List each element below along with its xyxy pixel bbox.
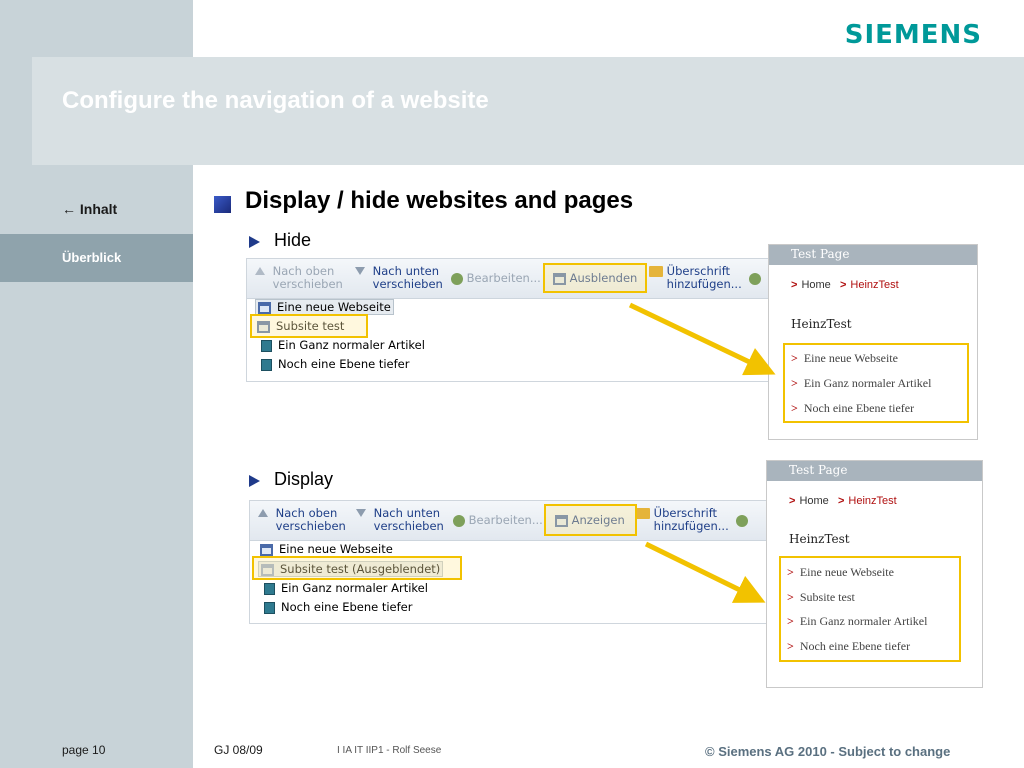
document-icon (261, 339, 272, 352)
play-arrow-icon (249, 236, 260, 248)
arrow-down-icon (356, 509, 366, 517)
breadcrumb-current: HeinzTest (848, 495, 897, 507)
move-down-button[interactable]: Nach unten verschieben (356, 507, 444, 533)
breadcrumb: > Home > HeinzTest (789, 495, 897, 507)
edit-button[interactable]: Bearbeiten... (451, 272, 541, 285)
chevron-right-icon: > (839, 279, 847, 291)
edit-button[interactable]: Bearbeiten... (453, 514, 543, 527)
move-up-button[interactable]: Nach oben verschieben (258, 507, 346, 533)
tree-item[interactable]: Noch eine Ebene tiefer (264, 600, 413, 614)
title-band: Configure the navigation of a website (32, 57, 1024, 165)
preview-nav-item[interactable]: > Eine neue Webseite (787, 565, 894, 580)
preview-nav-list: > Eine neue Webseite > Ein Ganz normaler A… (783, 343, 969, 423)
footer-copyright: © Siemens AG 2010 - Subject to change (705, 744, 951, 759)
preview-nav-item[interactable]: > Noch eine Ebene tiefer (791, 401, 914, 416)
user-icon (736, 514, 748, 527)
arrow-up-icon (255, 267, 265, 275)
move-down-button[interactable]: Nach unten verschieben (355, 265, 443, 291)
preview-nav-item[interactable]: > Subsite test (787, 590, 855, 605)
nav-item-label: Überblick (62, 250, 122, 265)
cms-toolbar: Nach oben verschieben Nach unten verschi… (247, 259, 777, 299)
arrow-up-icon (258, 509, 268, 517)
chevron-right-icon: > (789, 495, 796, 507)
section-heading: Display / hide websites and pages (245, 187, 634, 214)
highlight-box (544, 504, 637, 536)
document-icon (261, 358, 272, 371)
preview-nav-item[interactable]: > Eine neue Webseite (791, 351, 898, 366)
highlight-box (250, 314, 368, 338)
move-up-button[interactable]: Nach oben verschieben (255, 265, 343, 291)
preview-nav-item[interactable]: > Ein Ganz normaler Artikel (787, 614, 927, 629)
display-label: Display (274, 469, 334, 489)
chevron-right-icon: > (787, 565, 794, 579)
chevron-right-icon: > (791, 401, 798, 415)
nav-back-inhalt[interactable]: ← Inhalt (62, 201, 117, 217)
preview-header: Test Page (767, 461, 982, 481)
tree-item[interactable]: Noch eine Ebene tiefer (261, 357, 410, 371)
bullet-square-icon (214, 196, 231, 213)
sitemap-icon (260, 543, 273, 556)
tree-item[interactable]: Ein Ganz normaler Artikel (261, 338, 425, 352)
chevron-right-icon: > (787, 639, 794, 653)
chevron-right-icon: > (791, 351, 798, 365)
breadcrumb-home[interactable]: Home (801, 279, 830, 291)
breadcrumb-home[interactable]: Home (799, 495, 828, 507)
footer-department: I IA IT IIP1 - Rolf Seese (337, 745, 442, 756)
preview-page-display: Test Page > Home > HeinzTest HeinzTest > Ei… (766, 460, 983, 688)
folder-icon (636, 508, 650, 519)
chevron-right-icon: > (791, 279, 798, 291)
siemens-logo: SIEMENS (844, 20, 982, 50)
chevron-right-icon: > (791, 376, 798, 390)
preview-header: Test Page (769, 245, 977, 265)
preview-nav-item[interactable]: > Ein Ganz normaler Artikel (791, 376, 931, 391)
document-icon (264, 582, 275, 595)
add-heading-button[interactable]: Überschrift hinzufügen... (636, 507, 729, 533)
preview-nav-item[interactable]: > Noch eine Ebene tiefer (787, 639, 910, 654)
preview-nav-list: > Eine neue Webseite > Subsite test > Ein G… (779, 556, 961, 662)
user-icon (453, 514, 465, 527)
highlight-box (543, 263, 647, 293)
preview-title: HeinzTest (789, 532, 850, 546)
breadcrumb-current: HeinzTest (850, 279, 899, 291)
page-title: Configure the navigation of a website (62, 87, 489, 114)
hide-label: Hide (274, 230, 312, 250)
tree-item[interactable]: Ein Ganz normaler Artikel (264, 581, 428, 595)
folder-icon (649, 266, 663, 277)
tree-item[interactable]: Eine neue Webseite (255, 299, 394, 315)
user-icon (749, 272, 761, 285)
add-heading-button[interactable]: Überschrift hinzufügen... (649, 265, 742, 291)
chevron-right-icon: > (837, 495, 845, 507)
tree-item[interactable]: Eine neue Webseite (260, 542, 393, 556)
highlight-box (252, 556, 462, 580)
play-arrow-icon (249, 475, 260, 487)
arrow-down-icon (355, 267, 365, 275)
chevron-right-icon: > (787, 614, 794, 628)
hyperlink-button[interactable] (736, 514, 748, 527)
document-icon (264, 601, 275, 614)
cms-toolbar: Nach oben verschieben Nach unten verschi… (250, 501, 778, 541)
sitemap-icon (258, 301, 271, 314)
preview-page-hide: Test Page > Home > HeinzTest HeinzTest > Ei… (768, 244, 978, 440)
breadcrumb: > Home > HeinzTest (791, 279, 899, 291)
page-number: page 10 (62, 743, 106, 757)
user-icon (451, 272, 463, 285)
slide: ← Inhalt Überblick page 10 SIEMENS Confi… (0, 0, 1024, 768)
preview-title: HeinzTest (791, 317, 852, 331)
nav-item-ueberblick[interactable]: Überblick (0, 234, 193, 282)
footer-date: GJ 08/09 (214, 743, 263, 757)
chevron-right-icon: > (787, 590, 794, 604)
hyperlink-button[interactable] (749, 272, 761, 285)
